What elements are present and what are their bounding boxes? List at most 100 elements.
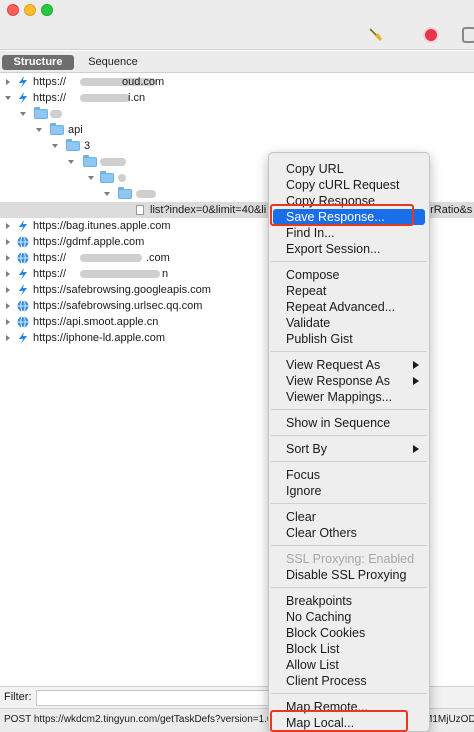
host-label: https://safebrowsing.urlsec.qq.com <box>33 300 203 312</box>
menu-item-ignore[interactable]: Ignore <box>273 483 425 499</box>
menu-separator <box>271 261 427 262</box>
menu-item-export-session[interactable]: Export Session... <box>273 241 425 257</box>
folder-icon <box>50 123 64 135</box>
status-right-text: M1MjUzOD <box>424 714 474 725</box>
menu-item-focus[interactable]: Focus <box>273 467 425 483</box>
submenu-arrow-icon <box>413 361 419 369</box>
lock-icon[interactable] <box>462 27 474 43</box>
menu-item-clear[interactable]: Clear <box>273 509 425 525</box>
menu-separator <box>271 435 427 436</box>
host-suffix: n <box>162 268 169 280</box>
disclosure-triangle[interactable] <box>6 79 10 85</box>
globe-icon <box>17 300 29 312</box>
host-label: https://api.smoot.apple.cn <box>33 316 159 328</box>
tree-row-folder[interactable]: api <box>0 122 474 138</box>
menu-item-copy-curl-request[interactable]: Copy cURL Request <box>273 177 425 193</box>
record-icon[interactable] <box>425 29 437 41</box>
host-label: https://gdmf.apple.com <box>33 236 145 248</box>
menu-item-block-list[interactable]: Block List <box>273 641 425 657</box>
redacted-text <box>50 110 62 118</box>
menu-item-compose[interactable]: Compose <box>273 267 425 283</box>
minimize-window-button[interactable] <box>24 4 36 16</box>
host-suffix: oud.com <box>122 76 165 88</box>
menu-item-publish-gist[interactable]: Publish Gist <box>273 331 425 347</box>
menu-separator <box>271 461 427 462</box>
lightning-icon <box>19 76 27 88</box>
disclosure-triangle[interactable] <box>6 239 10 245</box>
disclosure-triangle[interactable] <box>6 303 10 309</box>
window-titlebar <box>0 0 474 50</box>
menu-item-disable-ssl-proxying[interactable]: Disable SSL Proxying <box>273 567 425 583</box>
lightning-icon <box>19 268 27 280</box>
folder-icon <box>66 139 80 151</box>
disclosure-triangle[interactable] <box>104 192 110 196</box>
submenu-arrow-icon <box>413 445 419 453</box>
disclosure-triangle[interactable] <box>52 144 58 148</box>
disclosure-triangle[interactable] <box>68 160 74 164</box>
menu-item-sort-by[interactable]: Sort By <box>273 441 425 457</box>
tab-sequence[interactable]: Sequence <box>80 55 146 70</box>
redacted-text <box>118 174 126 182</box>
host-label: https:// <box>33 92 67 104</box>
redacted-text <box>80 94 130 102</box>
redacted-text <box>100 158 126 166</box>
tab-structure[interactable]: Structure <box>2 55 74 70</box>
request-path-tail: erRatio&s <box>424 204 473 216</box>
disclosure-triangle[interactable] <box>6 271 10 277</box>
status-text: POST https://wkdcm2.tingyun.com/getTaskD… <box>4 714 273 725</box>
tree-row-folder[interactable] <box>0 106 474 122</box>
menu-item-find-in[interactable]: Find In... <box>273 225 425 241</box>
menu-item-client-process[interactable]: Client Process <box>273 673 425 689</box>
lightning-icon <box>19 332 27 344</box>
globe-icon <box>17 316 29 328</box>
host-label: https://iphone-ld.apple.com <box>33 332 166 344</box>
zoom-window-button[interactable] <box>41 4 53 16</box>
tree-row-host[interactable]: https:// i.cn <box>0 90 474 106</box>
redacted-text <box>136 190 156 198</box>
menu-item-view-request-as[interactable]: View Request As <box>273 357 425 373</box>
callout-map-local <box>270 710 408 732</box>
disclosure-triangle[interactable] <box>5 96 11 100</box>
folder-icon <box>100 171 114 183</box>
disclosure-triangle[interactable] <box>36 128 42 132</box>
disclosure-triangle[interactable] <box>6 335 10 341</box>
disclosure-triangle[interactable] <box>6 223 10 229</box>
menu-item-validate[interactable]: Validate <box>273 315 425 331</box>
disclosure-triangle[interactable] <box>6 287 10 293</box>
menu-item-label: View Response As <box>286 374 390 388</box>
context-menu: Copy URL Copy cURL Request Copy Response… <box>268 152 430 732</box>
menu-item-view-response-as[interactable]: View Response As <box>273 373 425 389</box>
host-label: https:// <box>33 76 67 88</box>
menu-item-viewer-mappings[interactable]: Viewer Mappings... <box>273 389 425 405</box>
globe-icon <box>17 252 29 264</box>
menu-item-allow-list[interactable]: Allow List <box>273 657 425 673</box>
menu-item-copy-url[interactable]: Copy URL <box>273 161 425 177</box>
broom-icon[interactable] <box>368 27 382 41</box>
menu-item-repeat[interactable]: Repeat <box>273 283 425 299</box>
folder-label: api <box>68 124 83 136</box>
disclosure-triangle[interactable] <box>20 112 26 116</box>
lightning-icon <box>19 92 27 104</box>
disclosure-triangle[interactable] <box>6 319 10 325</box>
menu-item-clear-others[interactable]: Clear Others <box>273 525 425 541</box>
menu-item-breakpoints[interactable]: Breakpoints <box>273 593 425 609</box>
menu-item-label: Sort By <box>286 442 327 456</box>
close-window-button[interactable] <box>7 4 19 16</box>
menu-item-repeat-advanced[interactable]: Repeat Advanced... <box>273 299 425 315</box>
disclosure-triangle[interactable] <box>88 176 94 180</box>
host-suffix: .com <box>146 252 170 264</box>
menu-separator <box>271 351 427 352</box>
tree-row-host[interactable]: https:// oud.com <box>0 74 474 90</box>
host-suffix: i.cn <box>128 92 146 104</box>
folder-icon <box>83 155 97 167</box>
disclosure-triangle[interactable] <box>6 255 10 261</box>
menu-item-no-caching[interactable]: No Caching <box>273 609 425 625</box>
menu-item-block-cookies[interactable]: Block Cookies <box>273 625 425 641</box>
menu-item-show-in-sequence[interactable]: Show in Sequence <box>273 415 425 431</box>
menu-separator <box>271 545 427 546</box>
request-path: list?index=0&limit=40&li <box>150 204 267 216</box>
filter-label: Filter: <box>4 691 32 703</box>
menu-separator <box>271 503 427 504</box>
globe-icon <box>17 236 29 248</box>
lightning-icon <box>19 284 27 296</box>
